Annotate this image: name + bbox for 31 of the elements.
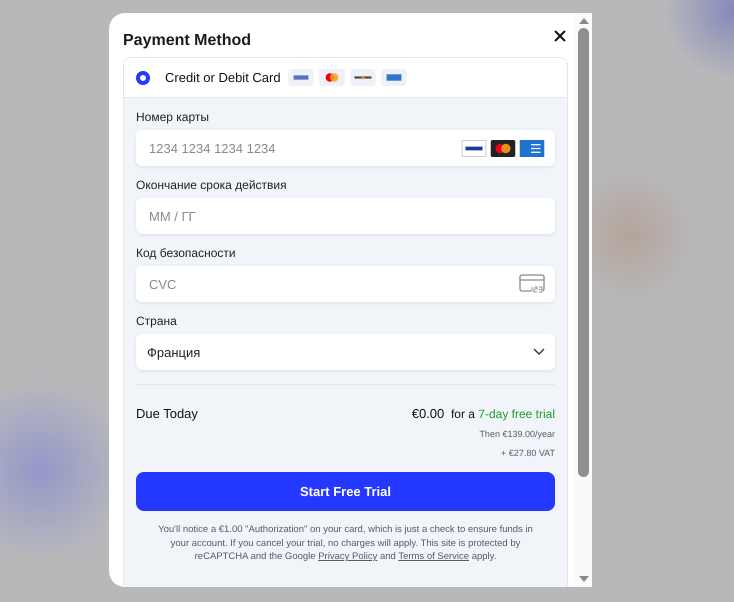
due-amount: €0.00 for a 7-day free trial [412, 406, 555, 421]
vat-amount: + €27.80 VAT [500, 448, 555, 458]
cvc-field[interactable]: CVC [136, 266, 555, 302]
authorization-notice: You'll notice a €1.00 "Authorization" on your card, which is just a check to ensure funds in your account. If you cancel your trial, no charges will apply. This site is protected by reCAPTCHA and the Google Privacy Policy and Terms of Service apply. [157, 523, 534, 564]
scrollbar-thumb[interactable] [578, 28, 589, 477]
card-back-icon [519, 274, 545, 294]
scroll-up-icon[interactable] [578, 18, 588, 24]
scrollbar[interactable] [575, 13, 592, 587]
dialog-title: Payment Method [123, 32, 252, 50]
payment-option-label: Credit or Debit Card [165, 70, 281, 85]
close-icon[interactable] [554, 30, 566, 42]
mastercard-icon [318, 69, 345, 86]
expiry-field[interactable]: ММ / ГГ [147, 208, 545, 224]
field-label: Страна [136, 314, 178, 328]
mastercard-icon [490, 140, 516, 156]
privacy-policy-link[interactable]: Privacy Policy [318, 551, 378, 562]
field-label: Окончание срока действия [136, 178, 288, 192]
due-today-label: Due Today [136, 406, 198, 421]
country-select[interactable]: Франция [136, 334, 555, 370]
field-label: Код безопасности [136, 246, 237, 260]
cvc-field[interactable]: CVC [147, 276, 516, 292]
field-label: Номер карты [136, 110, 210, 124]
expiry-field[interactable]: ММ / ГГ [136, 198, 555, 234]
terms-of-service-link[interactable]: Terms of Service [398, 551, 470, 562]
radio-button[interactable] [136, 70, 150, 84]
start-trial-button[interactable]: Start Free Trial [136, 472, 555, 511]
card-number-field[interactable]: 1234 1234 1234 1234 [147, 140, 458, 156]
chevron-down-icon [533, 348, 545, 356]
yearly-price: Then €139.00/year [478, 429, 555, 439]
card-number-field[interactable]: 1234 1234 1234 1234 [136, 130, 555, 166]
scroll-down-icon[interactable] [578, 576, 588, 582]
